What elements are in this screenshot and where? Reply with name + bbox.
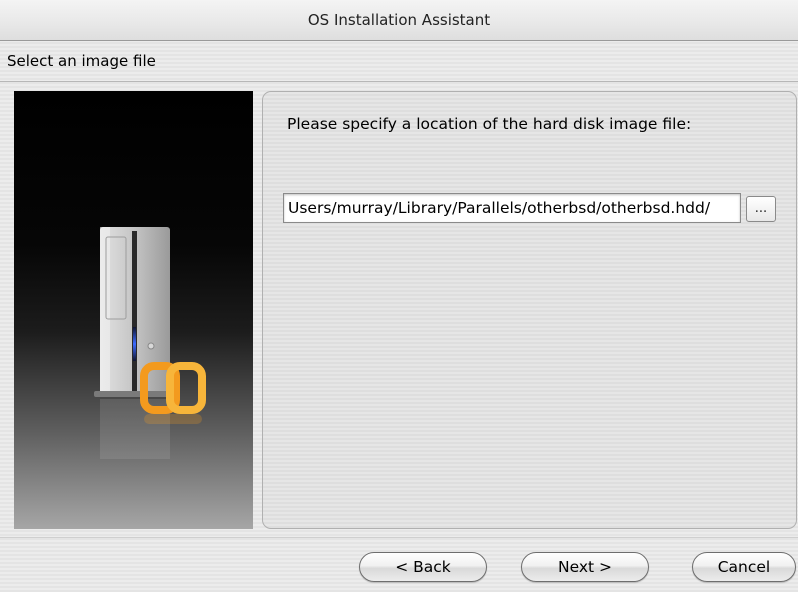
step-header: Select an image file — [0, 41, 798, 82]
instruction-label: Please specify a location of the hard di… — [287, 115, 692, 133]
image-path-input[interactable] — [283, 193, 741, 223]
title-bar[interactable]: OS Installation Assistant — [0, 0, 798, 41]
cancel-button[interactable]: Cancel — [692, 552, 796, 582]
sidebar-illustration — [14, 91, 253, 529]
window-title: OS Installation Assistant — [307, 11, 491, 29]
step-title: Select an image file — [7, 52, 156, 70]
browse-button[interactable]: ... — [746, 196, 776, 222]
computer-tower-icon — [94, 227, 206, 459]
back-button[interactable]: < Back — [359, 552, 487, 582]
installer-window: OS Installation Assistant Select an imag… — [0, 0, 798, 592]
next-button[interactable]: Next > — [521, 552, 649, 582]
content-panel — [262, 91, 797, 529]
